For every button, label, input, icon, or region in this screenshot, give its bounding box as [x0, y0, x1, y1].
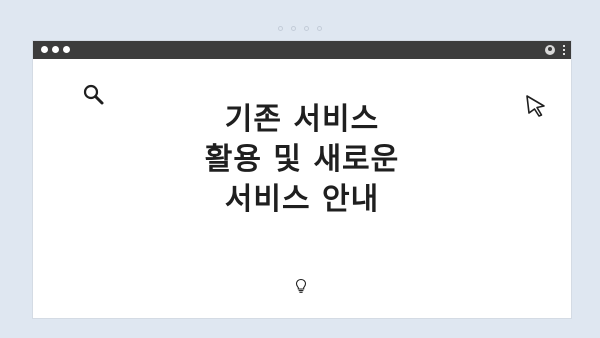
browser-window: 기존 서비스 활용 및 새로운 서비스 안내	[33, 41, 571, 318]
headline-text: 기존 서비스 활용 및 새로운 서비스 안내	[204, 102, 400, 217]
indicator-dot	[304, 26, 309, 31]
indicator-dot	[278, 26, 283, 31]
profile-icon[interactable]	[545, 45, 555, 55]
indicator-dot	[317, 26, 322, 31]
slide-indicator-dots	[0, 26, 600, 31]
minimize-button[interactable]	[52, 46, 59, 53]
window-controls	[41, 46, 70, 53]
lightbulb-icon	[295, 278, 307, 293]
kebab-menu-icon[interactable]	[563, 45, 565, 55]
close-button[interactable]	[41, 46, 48, 53]
indicator-dot	[291, 26, 296, 31]
title-bar	[33, 41, 571, 59]
maximize-button[interactable]	[63, 46, 70, 53]
